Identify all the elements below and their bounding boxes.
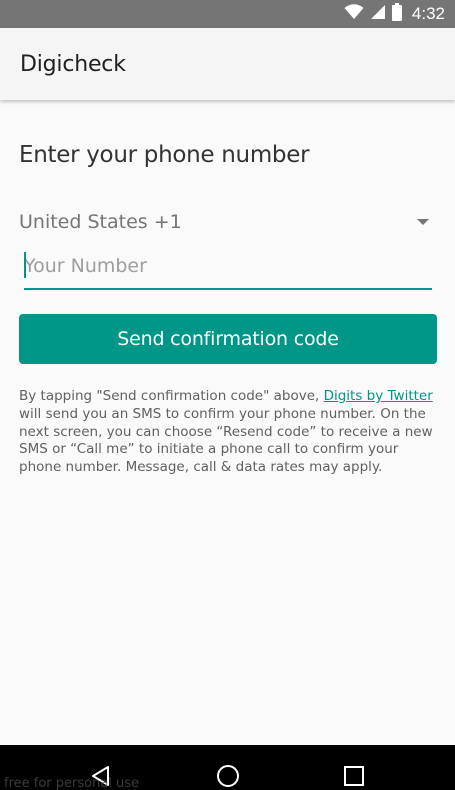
dropdown-arrow-icon xyxy=(417,219,429,225)
status-time: 4:32 xyxy=(411,4,445,23)
country-code-dropdown[interactable]: United States +1 xyxy=(19,205,433,239)
status-icons: 4:32 xyxy=(344,0,445,28)
country-code-label: United States +1 xyxy=(19,211,182,233)
app-bar: Digicheck xyxy=(0,28,455,100)
send-confirmation-code-button[interactable]: Send confirmation code xyxy=(19,314,437,364)
home-icon[interactable] xyxy=(215,763,241,789)
status-bar: 4:32 xyxy=(0,0,455,28)
digits-by-twitter-link[interactable]: Digits by Twitter xyxy=(324,388,433,404)
disclaimer-text-after: will send you an SMS to confirm your pho… xyxy=(19,405,433,476)
wifi-icon xyxy=(344,3,364,25)
app-screen: 4:32 Digicheck Enter your phone number U… xyxy=(0,0,455,790)
watermark-text: free for personal use xyxy=(4,776,140,790)
battery-icon xyxy=(391,2,402,26)
app-title: Digicheck xyxy=(20,52,126,77)
main-content: Enter your phone number United States +1… xyxy=(0,100,455,745)
cellular-signal-icon xyxy=(370,4,386,25)
page-heading: Enter your phone number xyxy=(19,142,310,168)
recents-icon[interactable] xyxy=(341,763,367,789)
text-cursor xyxy=(24,252,26,278)
disclaimer-text-before: By tapping "Send confirmation code" abov… xyxy=(19,388,324,404)
disclaimer-text: By tapping "Send confirmation code" abov… xyxy=(19,388,437,477)
phone-number-input[interactable] xyxy=(24,248,432,290)
